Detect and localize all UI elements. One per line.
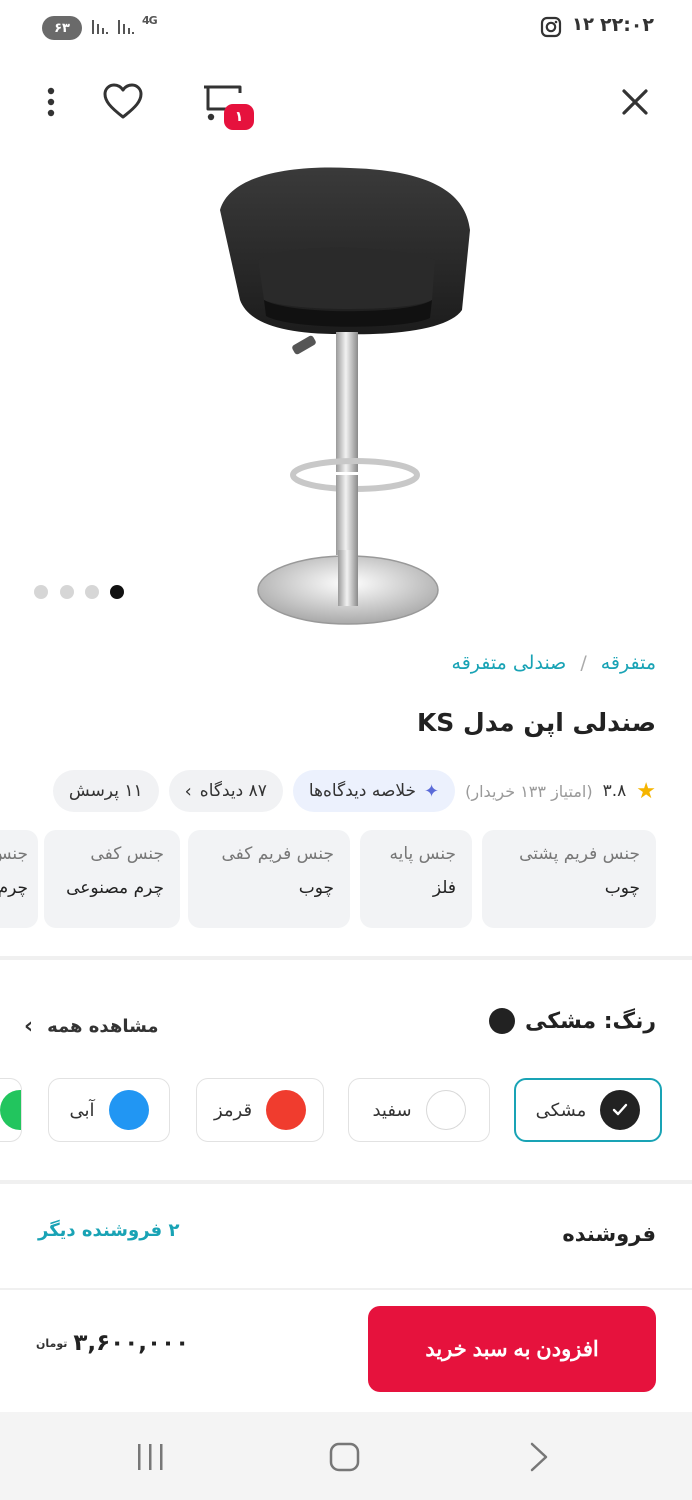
price: تومان ۳,۶۰۰,۰۰۰	[36, 1330, 189, 1356]
gallery-dot-active[interactable]	[110, 585, 124, 599]
notification-count: ۱۲	[572, 14, 594, 35]
breadcrumb-item[interactable]: متفرقه	[601, 652, 656, 674]
cart-count-badge: ۱	[224, 104, 254, 130]
see-all-label: مشاهده همه	[47, 1016, 159, 1037]
chevron-left-icon: ‹	[24, 1014, 34, 1039]
rating-row: ★ ۳.۸ (امتیاز ۱۳۳ خریدار) ✦ خلاصه دیدگاه…	[52, 770, 656, 812]
network-type: 4G	[142, 14, 158, 27]
check-icon	[600, 1090, 641, 1130]
product-title: صندلی اپن مدل KS	[416, 708, 656, 737]
clock: ۲۲:۰۲	[600, 14, 654, 36]
spec-card-partial[interactable]: جنس چرم	[0, 830, 38, 928]
section-divider	[0, 1180, 692, 1184]
recent-apps-icon[interactable]	[134, 1442, 168, 1476]
spec-card[interactable]: جنس فریم پشتی چوب	[482, 830, 656, 928]
favorite-heart-icon[interactable]	[102, 83, 144, 121]
product-image[interactable]	[180, 150, 520, 640]
more-options-icon[interactable]	[36, 85, 66, 119]
spec-card[interactable]: جنس پایه فلز	[360, 830, 472, 928]
gallery-dot[interactable]	[34, 585, 48, 599]
color-option-label: قرمز	[213, 1099, 253, 1121]
spec-key: جنس پایه	[389, 844, 456, 864]
color-swatch-dot	[108, 1090, 149, 1130]
spec-card[interactable]: جنس فریم کفی چوب	[188, 830, 350, 928]
color-option-label: مشکی	[535, 1099, 587, 1121]
back-icon[interactable]	[526, 1442, 552, 1476]
reviews-label: ۸۷ دیدگاه	[199, 781, 267, 801]
breadcrumb-separator: /	[580, 652, 587, 674]
questions-label: ۱۱ پرسش	[68, 781, 143, 801]
sparkle-icon: ✦	[424, 780, 440, 802]
reviews-chip[interactable]: ۸۷ دیدگاه ›	[168, 770, 283, 812]
chevron-left-icon: ›	[184, 780, 192, 802]
review-summary-label: خلاصه دیدگاه‌ها	[308, 781, 417, 801]
status-bar: ۶۳ 4G ۲۲:۰۲ ۱۲	[0, 0, 692, 60]
spec-value: چرم	[0, 878, 28, 898]
seller-label: فروشنده	[562, 1222, 656, 1246]
questions-chip[interactable]: ۱۱ پرسش	[52, 770, 159, 812]
selected-color-dot	[489, 1008, 516, 1034]
signal-icon-2	[116, 16, 136, 40]
rating-buyers-count: (امتیاز ۱۳۳ خریدار)	[465, 781, 593, 801]
color-option-red[interactable]: قرمز	[196, 1078, 324, 1142]
close-icon[interactable]	[620, 87, 650, 117]
color-option-white[interactable]: سفید	[348, 1078, 490, 1142]
color-option-blue[interactable]: آبی	[48, 1078, 170, 1142]
breadcrumb: متفرقه / صندلی متفرقه	[452, 652, 656, 674]
instagram-icon	[540, 16, 562, 42]
color-option-green[interactable]	[0, 1078, 22, 1142]
other-sellers-link[interactable]: ۲ فروشنده دیگر	[38, 1220, 179, 1241]
home-icon[interactable]	[328, 1442, 362, 1476]
color-title-text: رنگ: مشکی	[525, 1008, 656, 1034]
spec-key: جنس فریم کفی	[221, 844, 334, 864]
add-to-cart-button[interactable]: افزودن به سبد خرید	[368, 1306, 656, 1392]
spec-key: جنس فریم پشتی	[519, 844, 640, 864]
rating-value: ۳.۸	[602, 781, 627, 801]
color-swatch-dot	[425, 1090, 466, 1130]
see-all-colors-link[interactable]: ‹ مشاهده همه	[24, 1014, 159, 1039]
gallery-dot[interactable]	[85, 585, 99, 599]
color-swatch-dot	[0, 1090, 21, 1130]
gallery-dot[interactable]	[60, 585, 74, 599]
signal-icon	[90, 16, 110, 40]
spec-value: چوب	[604, 878, 640, 898]
bottom-bar-divider	[0, 1288, 692, 1290]
top-bar	[0, 75, 692, 130]
spec-key: جنس کفی	[90, 844, 164, 864]
spec-key: جنس	[0, 844, 28, 864]
color-option-label: سفید	[372, 1099, 412, 1121]
spec-value: فلز	[432, 878, 456, 898]
currency-label: تومان	[36, 1336, 68, 1350]
spec-card[interactable]: جنس کفی چرم مصنوعی	[44, 830, 180, 928]
spec-value: چرم مصنوعی	[66, 878, 164, 898]
battery-indicator: ۶۳	[42, 16, 82, 40]
review-summary-chip[interactable]: ✦ خلاصه دیدگاه‌ها	[292, 770, 456, 812]
star-icon: ★	[636, 778, 656, 804]
spec-value: چوب	[298, 878, 334, 898]
system-nav-bar	[0, 1412, 692, 1500]
section-divider	[0, 956, 692, 960]
color-section-title: رنگ: مشکی	[489, 1008, 656, 1034]
price-value: ۳,۶۰۰,۰۰۰	[73, 1330, 190, 1356]
breadcrumb-item[interactable]: صندلی متفرقه	[452, 652, 567, 674]
color-swatch-dot	[266, 1090, 307, 1130]
color-option-label: آبی	[69, 1099, 95, 1121]
color-option-black[interactable]: مشکی	[514, 1078, 662, 1142]
